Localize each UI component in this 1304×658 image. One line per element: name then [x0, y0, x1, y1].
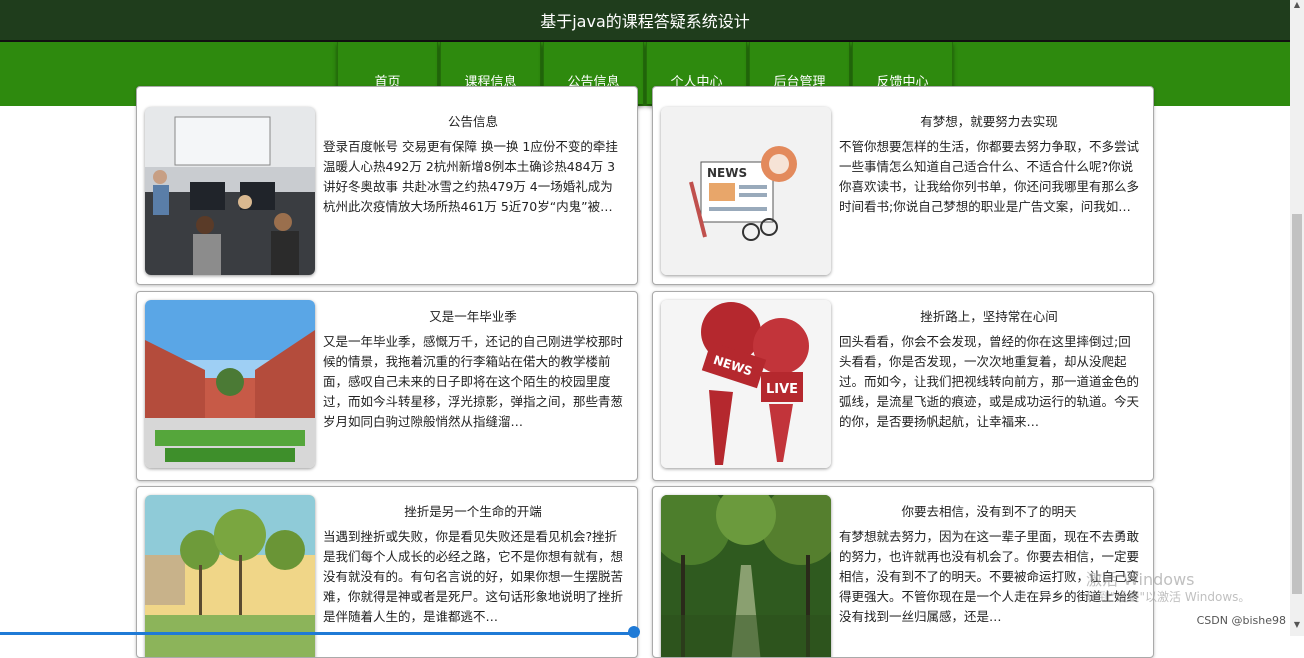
card-summary: 又是一年毕业季，感慨万千，还记的自己刚进学校那时候的情景，我拖着沉重的行李箱站在… [323, 334, 623, 429]
classroom-image[interactable] [145, 107, 315, 275]
article-grid: 公告信息 登录百度帐号 交易更有保障 换一换 1应份不变的牵挂温暖人心热492万… [0, 86, 1290, 658]
campus-image[interactable] [145, 300, 315, 468]
progress-line [0, 632, 636, 635]
tree-road-image[interactable] [661, 495, 831, 657]
credit-watermark: CSDN @bishe98 [1196, 614, 1286, 627]
article-card[interactable]: NEWS 有梦想，就要努力去实现 不管你想要怎样的生活，你都要去努力争取，不多尝… [652, 86, 1154, 285]
top-title-bar: 基于java的课程答疑系统设计 [0, 0, 1290, 42]
scroll-up-icon[interactable]: ▲ [1290, 0, 1304, 16]
card-title[interactable]: 有梦想，就要努力去实现 [839, 111, 1139, 130]
card-title[interactable]: 又是一年毕业季 [323, 306, 623, 325]
card-summary: 回头看看，你会不会发现，曾经的你在这里摔倒过;回头看看，你是否发现，一次次地重复… [839, 334, 1139, 429]
card-title[interactable]: 挫折路上，坚持常在心间 [839, 306, 1139, 325]
activation-watermark: 激活 Windows [1086, 570, 1195, 589]
card-summary: 不管你想要怎样的生活，你都要去努力争取，不多尝试一些事情怎么知道自己适合什么、不… [839, 139, 1139, 214]
card-summary: 当遇到挫折或失败，你是看见失败还是看见机会?挫折是我们每个人成长的必经之路，它不… [323, 529, 623, 624]
card-title[interactable]: 公告信息 [323, 111, 623, 130]
site-title: 基于java的课程答疑系统设计 [540, 12, 750, 31]
article-card[interactable]: 又是一年毕业季 又是一年毕业季，感慨万千，还记的自己刚进学校那时候的情景，我拖着… [136, 291, 638, 481]
scrollbar-thumb[interactable] [1292, 214, 1302, 594]
card-title[interactable]: 挫折是另一个生命的开端 [323, 501, 623, 520]
news-paper-image[interactable]: NEWS [661, 107, 831, 275]
card-title[interactable]: 你要去相信，没有到不了的明天 [839, 501, 1139, 520]
card-summary: 登录百度帐号 交易更有保障 换一换 1应份不变的牵挂温暖人心热492万 2杭州新… [323, 139, 618, 214]
mic-live-label: LIVE [766, 382, 798, 397]
news-label: NEWS [707, 166, 747, 180]
microphones-image[interactable]: NEWS LIVE [661, 300, 831, 468]
article-card[interactable]: 你要去相信，没有到不了的明天 有梦想就去努力，因为在这一辈子里面，现在不去勇敢的… [652, 486, 1154, 658]
progress-handle[interactable] [628, 626, 640, 638]
scroll-down-icon[interactable]: ▼ [1290, 620, 1304, 636]
article-card[interactable]: 公告信息 登录百度帐号 交易更有保障 换一换 1应份不变的牵挂温暖人心热492万… [136, 86, 638, 285]
activation-watermark-sub: 转到"设置"以激活 Windows。 [1086, 590, 1251, 604]
page-scrollbar[interactable]: ▲ ▼ [1290, 0, 1304, 636]
article-card[interactable]: NEWS LIVE 挫折路上，坚持常在心间 回头看看，你会不会发现，曾经的你在这… [652, 291, 1154, 481]
